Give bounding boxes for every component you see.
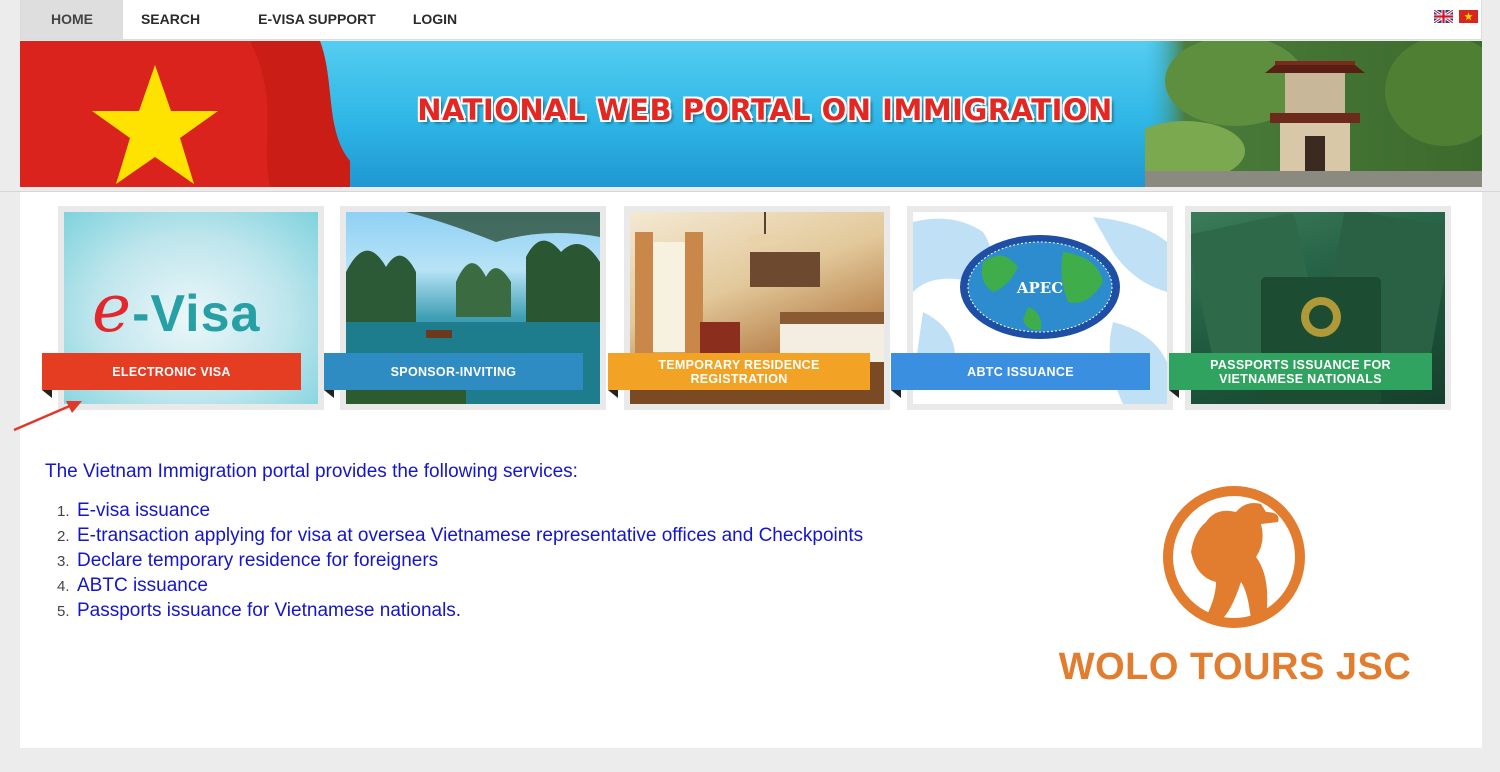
list-item: 5. Passports issuance for Vietnamese nati… (57, 600, 462, 621)
tile-label: ELECTRONIC VISA (42, 353, 301, 398)
tile-abtc-issuance[interactable]: APEC ABTC ISSUANCE (891, 206, 1173, 410)
list-item: 3. Declare temporary residence for foreig… (57, 550, 439, 571)
tile-label: SPONSOR-INVITING (324, 353, 583, 398)
service-link[interactable]: E-visa issuance (77, 500, 210, 521)
list-item: 1. E-visa issuance (57, 500, 211, 521)
service-link[interactable]: E-transaction applying for visa at overs… (77, 525, 863, 546)
nav-home[interactable]: HOME (21, 0, 123, 39)
service-link[interactable]: Passports issuance for Vietnamese nation… (77, 600, 461, 621)
tile-label: PASSPORTS ISSUANCE FOR VIETNAMESE NATIONA… (1169, 353, 1432, 398)
top-nav: HOME SEARCH E-VISA SUPPORT LOGIN (20, 0, 1482, 40)
apec-text: APEC (1016, 279, 1063, 297)
service-link[interactable]: ABTC issuance (77, 575, 208, 596)
wolo-tours-text: WOLO TOURS JSC (1058, 646, 1412, 688)
temple-image (1145, 41, 1482, 187)
header: HOME SEARCH E-VISA SUPPORT LOGIN NATIONA… (0, 0, 1500, 192)
english-flag-icon[interactable] (1434, 10, 1453, 23)
list-item: 2. E-transaction applying for visa at ove… (57, 525, 864, 546)
nav-login[interactable]: LOGIN (399, 0, 471, 39)
main-content: e-Visa ELECTRONIC VISA SPONSOR-INVITING (20, 192, 1482, 748)
header-banner: NATIONAL WEB PORTAL ON IMMIGRATION (20, 41, 1482, 187)
service-link[interactable]: Declare temporary residence for foreigne… (77, 550, 438, 571)
nav-search[interactable]: SEARCH (123, 0, 218, 39)
evisa-logo: e-Visa (92, 270, 261, 347)
tile-electronic-visa[interactable]: e-Visa ELECTRONIC VISA (42, 206, 324, 410)
intro-text: The Vietnam Immigration portal provides … (45, 461, 578, 482)
services-list: 1. E-visa issuance 2. E-transaction applyi… (57, 498, 863, 623)
tile-sponsor-inviting[interactable]: SPONSOR-INVITING (324, 206, 606, 410)
red-arrow-icon (13, 401, 82, 432)
tile-passports-issuance[interactable]: PASSPORTS ISSUANCE FOR VIETNAMESE NATIONA… (1169, 206, 1451, 410)
tile-temporary-residence[interactable]: TEMPORARY RESIDENCE REGISTRATION (608, 206, 890, 410)
tile-label: ABTC ISSUANCE (891, 353, 1150, 398)
tile-label: TEMPORARY RESIDENCE REGISTRATION (608, 353, 870, 398)
list-item: 4. ABTC issuance (57, 575, 208, 596)
nav-evisa-support[interactable]: E-VISA SUPPORT (245, 0, 389, 39)
vietnam-flag-icon[interactable] (1459, 10, 1478, 23)
